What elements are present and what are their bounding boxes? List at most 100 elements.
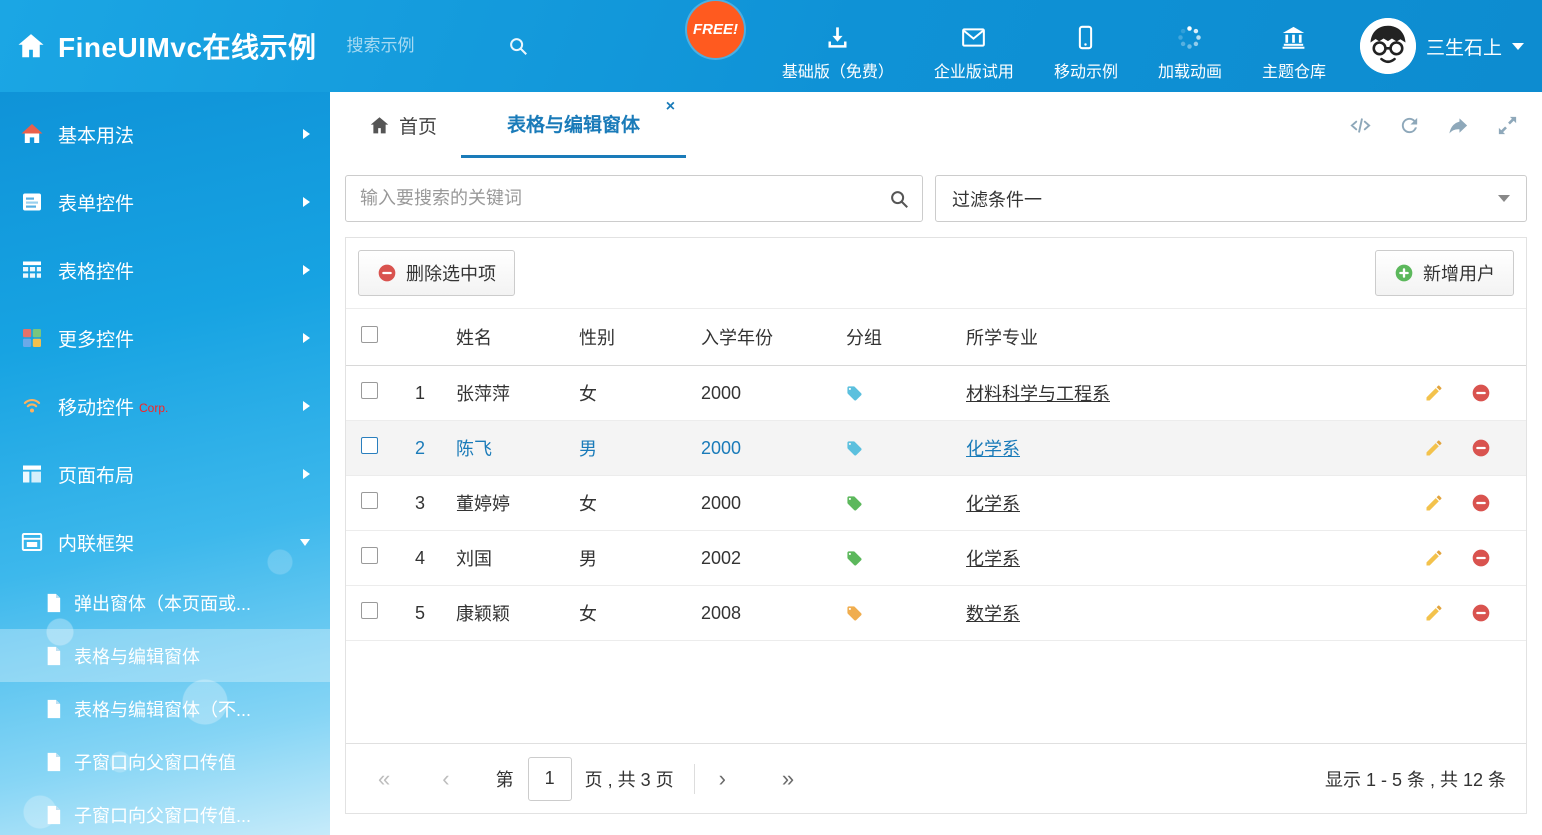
row-checkbox[interactable] [346,492,396,514]
header-nav-item[interactable]: 加载动画 [1158,24,1222,82]
add-user-button[interactable]: 新增用户 [1375,250,1514,296]
header-nav-item[interactable]: 企业版试用 [934,24,1014,82]
layout-icon [20,462,44,486]
sidebar-subitem-表格与编辑窗体[interactable]: 表格与编辑窗体 [0,629,330,682]
major-link[interactable]: 数学系 [966,604,1020,624]
download-icon [824,24,851,51]
row-checkbox[interactable] [346,547,396,569]
edit-pencil-icon[interactable] [1424,383,1444,403]
keyword-search-input[interactable] [346,188,888,209]
row-checkbox[interactable] [346,382,396,404]
cell-name: 刘国 [444,545,567,571]
chevron-right-icon [303,265,310,275]
tag-icon [834,440,954,457]
sidebar-item-基本用法[interactable]: 基本用法 [0,100,330,168]
row-number: 2 [396,438,444,459]
tab-home[interactable]: 首页 [345,92,461,158]
refresh-icon[interactable] [1398,114,1421,137]
sidebar-item-移动控件[interactable]: 移动控件 Corp. [0,372,330,440]
keyword-search-box[interactable] [345,175,923,222]
cell-year: 2002 [689,548,834,569]
file-icon [45,752,62,772]
open-in-new-window-icon[interactable] [1447,114,1470,137]
table-row[interactable]: 4 刘国 男 2002 化学系 [346,531,1526,586]
grid-icon [20,258,44,282]
edit-pencil-icon[interactable] [1424,438,1444,458]
sidebar-item-页面布局[interactable]: 页面布局 [0,440,330,508]
corp-superscript: Corp. [139,401,168,415]
filter-dropdown[interactable]: 过滤条件一 [935,175,1527,222]
column-header-gender[interactable]: 性别 [567,324,689,350]
cell-gender: 男 [567,545,689,571]
column-header-major[interactable]: 所学专业 [954,324,1416,350]
row-checkbox[interactable] [346,437,396,459]
prev-page-button[interactable]: ‹ [442,768,449,790]
tab-bar: 首页 表格与编辑窗体 × [345,92,1527,158]
page-number-input[interactable] [528,757,572,801]
table-row[interactable]: 3 董婷婷 女 2000 化学系 [346,476,1526,531]
major-link[interactable]: 化学系 [966,549,1020,569]
mobile-icon [1072,24,1099,51]
pager-divider [694,764,695,794]
tab-active[interactable]: 表格与编辑窗体 × [461,92,686,158]
user-avatar[interactable] [1360,18,1416,74]
header-search[interactable] [347,35,557,57]
chevron-right-icon [303,469,310,479]
header-search-input[interactable] [347,36,507,56]
column-header-group[interactable]: 分组 [834,324,954,350]
search-icon[interactable] [888,188,910,210]
edit-pencil-icon[interactable] [1424,603,1444,623]
sidebar-submenu: 弹出窗体（本页面或... 表格与编辑窗体 表格与编辑窗体（不... 子窗口向父窗… [0,576,330,835]
minus-circle-icon [377,263,397,283]
user-name: 三生石上 [1426,33,1502,60]
search-icon[interactable] [507,35,529,57]
top-header: FineUIMvc在线示例 FREE! 基础版（免费） 企业版试用 移动示例 加… [0,0,1542,92]
edit-pencil-icon[interactable] [1424,548,1444,568]
chevron-down-icon [300,539,310,546]
header-nav-item[interactable]: 主题仓库 [1262,24,1326,82]
brand[interactable]: FineUIMvc在线示例 [0,26,317,66]
user-menu[interactable]: 三生石上 [1360,18,1524,74]
first-page-button[interactable]: « [378,768,390,790]
sidebar-subitem-弹出窗体（本页面或...[interactable]: 弹出窗体（本页面或... [0,576,330,629]
sidebar-item-更多控件[interactable]: 更多控件 [0,304,330,372]
row-checkbox[interactable] [346,602,396,624]
last-page-button[interactable]: » [782,768,794,790]
sidebar-item-表格控件[interactable]: 表格控件 [0,236,330,304]
tab-close-icon[interactable]: × [666,99,675,115]
table-row[interactable]: 1 张萍萍 女 2000 材料科学与工程系 [346,366,1526,421]
header-nav-item[interactable]: 基础版（免费） [782,24,894,82]
next-page-button[interactable]: › [719,768,726,790]
tag-icon [834,605,954,622]
delete-row-icon[interactable] [1471,603,1491,623]
major-link[interactable]: 化学系 [966,439,1020,459]
file-icon [45,593,62,613]
tab-tools [1349,92,1527,158]
column-header-year[interactable]: 入学年份 [689,324,834,350]
delete-row-icon[interactable] [1471,438,1491,458]
tag-icon [834,550,954,567]
source-code-icon[interactable] [1349,114,1372,137]
major-link[interactable]: 化学系 [966,494,1020,514]
header-nav-item[interactable]: 移动示例 [1054,24,1118,82]
select-all-checkbox[interactable] [346,326,396,348]
major-link[interactable]: 材料科学与工程系 [966,384,1110,404]
envelope-icon [960,24,987,51]
sidebar-subitem-子窗口向父窗口传值[interactable]: 子窗口向父窗口传值 [0,735,330,788]
sidebar-item-内联框架[interactable]: 内联框架 [0,508,330,576]
table-row[interactable]: 5 康颖颖 女 2008 数学系 [346,586,1526,641]
chevron-right-icon [303,401,310,411]
delete-row-icon[interactable] [1471,493,1491,513]
sidebar-subitem-子窗口向父窗口传值...[interactable]: 子窗口向父窗口传值... [0,788,330,835]
delete-row-icon[interactable] [1471,383,1491,403]
column-header-name[interactable]: 姓名 [444,324,567,350]
cell-gender: 女 [567,380,689,406]
delete-row-icon[interactable] [1471,548,1491,568]
edit-pencil-icon[interactable] [1424,493,1444,513]
delete-selected-button[interactable]: 删除选中项 [358,250,515,296]
sidebar-subitem-表格与编辑窗体（不...[interactable]: 表格与编辑窗体（不... [0,682,330,735]
table-row[interactable]: 2 陈飞 男 2000 化学系 [346,421,1526,476]
sidebar-item-表单控件[interactable]: 表单控件 [0,168,330,236]
fullscreen-icon[interactable] [1496,114,1519,137]
tab-active-label: 表格与编辑窗体 [507,110,640,137]
